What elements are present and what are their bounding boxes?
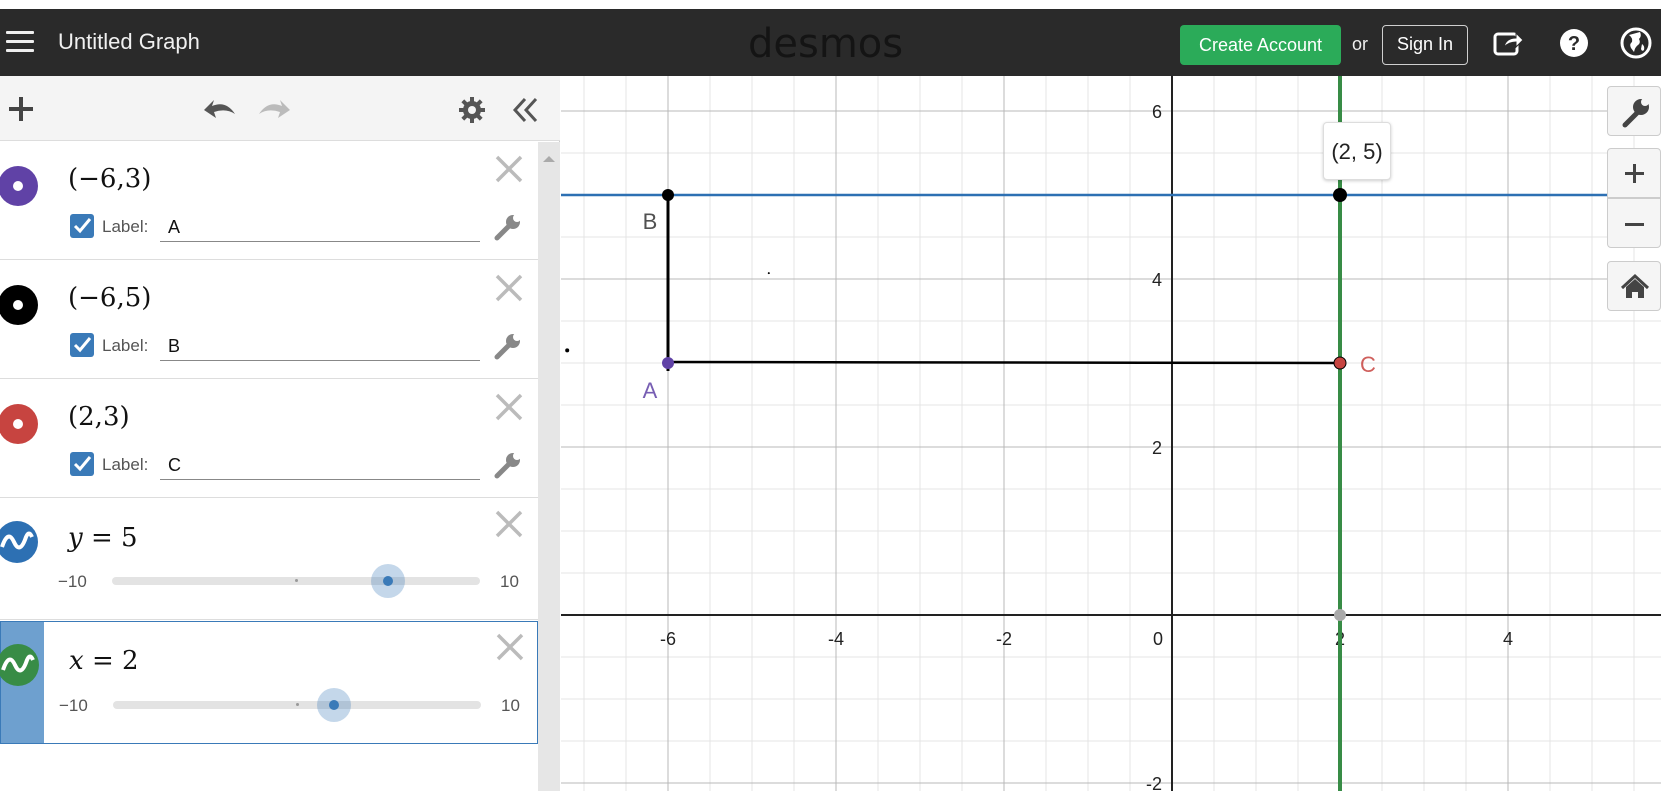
sign-in-button[interactable]: Sign In: [1382, 25, 1468, 65]
point-a: [662, 357, 674, 369]
wrench-icon[interactable]: [494, 452, 522, 480]
slider-midpoint: [295, 579, 298, 582]
variable-name: x: [69, 646, 84, 676]
close-icon[interactable]: [494, 392, 524, 422]
point-color-icon[interactable]: [0, 404, 38, 444]
x-tick-label: 4: [1503, 629, 1513, 649]
point-c: [1333, 356, 1347, 370]
equals-sign: =: [90, 523, 113, 553]
expression-math[interactable]: (2,3): [68, 402, 130, 432]
point-color-icon[interactable]: [0, 285, 38, 325]
globe-icon[interactable]: [1620, 27, 1652, 59]
point-label-c: C: [1360, 352, 1376, 377]
close-icon[interactable]: [494, 509, 524, 539]
wrench-icon[interactable]: [494, 333, 522, 361]
slider-handle[interactable]: [316, 688, 351, 722]
graph-color-icon[interactable]: [0, 644, 39, 686]
x-tick-label: -6: [660, 629, 676, 649]
label-caption: Label:: [102, 455, 149, 474]
y-tick-label: 4: [1152, 270, 1162, 290]
create-account-button[interactable]: Create Account: [1180, 25, 1341, 65]
point-b: [662, 189, 674, 201]
slider-max[interactable]: 10: [500, 572, 519, 592]
top-strip: [0, 0, 1661, 9]
label-checkbox[interactable]: [70, 214, 94, 238]
graph-paper[interactable]: -8-6-4-2024642-2ABC (2, 5): [561, 76, 1661, 791]
undo-icon[interactable]: [202, 96, 238, 122]
slider-value: 2: [122, 646, 139, 676]
graph-canvas[interactable]: -8-6-4-2024642-2ABC: [561, 76, 1661, 791]
close-icon[interactable]: [495, 632, 525, 662]
close-icon[interactable]: [494, 154, 524, 184]
scroll-up-arrow[interactable]: [543, 156, 555, 162]
graph-color-icon[interactable]: [0, 521, 38, 563]
y-tick-label: 6: [1152, 102, 1162, 122]
y-tick-label: 2: [1152, 438, 1162, 458]
svg-text:?: ?: [1568, 33, 1580, 55]
graph-title[interactable]: Untitled Graph: [58, 29, 200, 55]
expression-item[interactable]: (−6,5) Label: B: [0, 261, 538, 379]
share-icon[interactable]: [1492, 27, 1524, 59]
slider-min[interactable]: −10: [58, 572, 87, 592]
slider-value: 5: [121, 523, 138, 553]
settings-icon[interactable]: [458, 96, 486, 124]
point-coordinate-tooltip: (2, 5): [1323, 122, 1391, 180]
intersection-point: [1333, 188, 1347, 202]
x-tick-label: -4: [828, 629, 844, 649]
close-icon[interactable]: [494, 273, 524, 303]
expression-item[interactable]: y = 5 −10 10: [0, 499, 538, 620]
add-icon[interactable]: [8, 96, 34, 122]
label-caption: Label:: [102, 217, 149, 236]
help-icon[interactable]: ?: [1558, 27, 1590, 59]
desmos-logo: desmos: [748, 21, 904, 67]
expression-item-selected[interactable]: x = 2 −10 10: [0, 621, 538, 744]
header-bar: Untitled Graph desmos Create Account or …: [0, 9, 1661, 76]
point-label-b: B: [643, 209, 658, 234]
variable-name: y: [68, 523, 83, 553]
label-input[interactable]: A: [160, 212, 480, 242]
expression-math[interactable]: (−6,5): [68, 283, 151, 313]
stray-dot: [565, 348, 570, 353]
or-text: or: [1352, 34, 1369, 54]
wrench-icon[interactable]: [1607, 86, 1661, 136]
scrollbar[interactable]: [538, 142, 560, 791]
label-checkbox[interactable]: [70, 452, 94, 476]
slider-handle[interactable]: [371, 564, 405, 598]
label-input[interactable]: B: [160, 331, 480, 361]
point-color-icon[interactable]: [0, 166, 38, 206]
desmos-app: Untitled Graph desmos Create Account or …: [0, 0, 1661, 791]
expression-item[interactable]: (2,3) Label: C: [0, 380, 538, 498]
slider-max[interactable]: 10: [501, 696, 520, 716]
slider-min[interactable]: −10: [59, 696, 88, 716]
redo-icon[interactable]: [256, 96, 292, 122]
label-caption: Label:: [102, 336, 149, 355]
equals-sign: =: [91, 646, 114, 676]
expression-math[interactable]: x = 2: [69, 646, 139, 676]
menu-icon[interactable]: [6, 31, 34, 53]
label-checkbox[interactable]: [70, 333, 94, 357]
expression-math[interactable]: y = 5: [68, 523, 138, 553]
x-intercept-point: [1334, 609, 1346, 621]
zoom-in-icon[interactable]: [1607, 148, 1661, 198]
expression-math[interactable]: (−6,3): [68, 164, 151, 194]
wrench-icon[interactable]: [494, 214, 522, 242]
x-tick-label: 0: [1153, 629, 1163, 649]
stray-dot: [767, 272, 770, 275]
expression-item[interactable]: (−6,3) Label: A: [0, 142, 538, 260]
x-tick-label: -2: [996, 629, 1012, 649]
expression-list-panel: (−6,3) Label: A (−6,5) Label: B (2,3) La…: [0, 76, 560, 791]
home-icon[interactable]: [1607, 261, 1661, 311]
zoom-out-icon[interactable]: [1607, 198, 1661, 248]
segment-ac: [667, 360, 1341, 365]
slider-midpoint: [296, 703, 299, 706]
collapse-icon[interactable]: [512, 96, 540, 124]
y-tick-label: -2: [1146, 774, 1162, 791]
label-input[interactable]: C: [160, 450, 480, 480]
expression-toolbar: [0, 76, 560, 141]
point-label-a: A: [643, 378, 658, 403]
